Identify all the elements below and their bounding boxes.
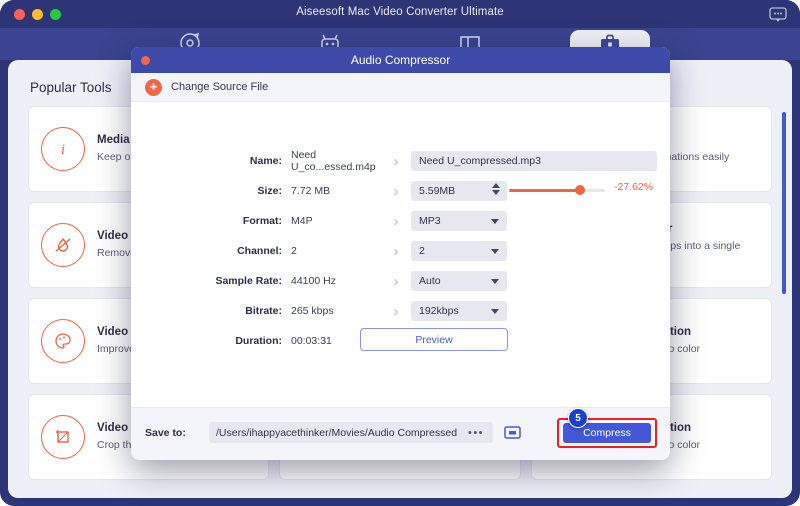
save-to-label: Save to: xyxy=(145,427,186,439)
output-name-input[interactable]: Need U_compressed.mp3 xyxy=(411,151,657,171)
chevron-right-icon: › xyxy=(381,274,411,289)
field-source-value: Need U_co...essed.m4p xyxy=(291,149,381,173)
plus-circle-icon: + xyxy=(145,79,162,96)
output-size-value: 5.59MB xyxy=(419,185,455,197)
palette-icon xyxy=(41,319,85,363)
chevron-right-icon: › xyxy=(381,154,411,169)
preview-button[interactable]: Preview xyxy=(360,328,508,351)
stepper-down-icon[interactable] xyxy=(492,190,500,195)
chevron-down-icon xyxy=(491,249,499,254)
watermark-remover-icon xyxy=(41,223,85,267)
page-title: Popular Tools xyxy=(30,80,112,95)
chevron-right-icon: › xyxy=(381,304,411,319)
format-value: MP3 xyxy=(419,215,441,227)
chevron-right-icon: › xyxy=(381,214,411,229)
field-label: Channel: xyxy=(131,245,291,257)
app-window: Aiseesoft Mac Video Converter Ultimate xyxy=(0,0,800,506)
field-source-value: 265 kbps xyxy=(291,305,381,317)
app-title: Aiseesoft Mac Video Converter Ultimate xyxy=(0,6,800,18)
channel-value: 2 xyxy=(419,245,425,257)
bitrate-value: 192kbps xyxy=(419,305,459,317)
channel-select[interactable]: 2 xyxy=(411,241,507,261)
dialog-title-bar: Audio Compressor xyxy=(131,47,670,73)
dialog-body: Name: Need U_co...essed.m4p › Need U_com… xyxy=(131,102,670,409)
slider-handle[interactable] xyxy=(575,185,585,195)
vertical-scrollbar[interactable] xyxy=(782,112,786,294)
sample-rate-select[interactable]: Auto xyxy=(411,271,507,291)
bitrate-select[interactable]: 192kbps xyxy=(411,301,507,321)
field-row-sample-rate: Sample Rate: 44100 Hz › Auto xyxy=(131,270,670,292)
change-source-file-row[interactable]: + Change Source File xyxy=(131,73,670,102)
field-label: Sample Rate: xyxy=(131,275,291,287)
field-row-format: Format: M4P › MP3 xyxy=(131,210,670,232)
title-bar: Aiseesoft Mac Video Converter Ultimate xyxy=(0,0,800,30)
sample-rate-value: Auto xyxy=(419,275,441,287)
chevron-right-icon: › xyxy=(381,184,411,199)
chevron-down-icon xyxy=(491,279,499,284)
field-source-value: 44100 Hz xyxy=(291,275,381,287)
audio-compressor-dialog: Audio Compressor + Change Source File Na… xyxy=(131,47,670,460)
chevron-right-icon: › xyxy=(381,244,411,259)
step-badge: 5 xyxy=(568,408,588,428)
field-source-value: 7.72 MB xyxy=(291,185,381,197)
save-path-value: /Users/ihappyacethinker/Movies/Audio Com… xyxy=(216,427,457,439)
field-row-bitrate: Bitrate: 265 kbps › 192kbps xyxy=(131,300,670,322)
field-label: Bitrate: xyxy=(131,305,291,317)
svg-text:i: i xyxy=(61,142,65,158)
field-source-value: 2 xyxy=(291,245,381,257)
chevron-down-icon xyxy=(491,309,499,314)
browse-dots-button[interactable]: ••• xyxy=(459,422,493,443)
duration-label: Duration: xyxy=(131,335,291,347)
field-row-channel: Channel: 2 › 2 xyxy=(131,240,670,262)
format-select[interactable]: MP3 xyxy=(411,211,507,231)
dialog-title: Audio Compressor xyxy=(131,53,670,67)
change-source-file-label: Change Source File xyxy=(171,81,268,93)
stepper-arrows[interactable] xyxy=(492,183,500,195)
chat-bubble-icon[interactable] xyxy=(768,6,788,23)
folder-open-icon[interactable] xyxy=(503,423,522,441)
field-row-name: Name: Need U_co...essed.m4p › Need U_com… xyxy=(131,150,670,172)
field-source-value: M4P xyxy=(291,215,381,227)
compression-percent: -27.62% xyxy=(614,181,653,193)
field-label: Name: xyxy=(131,155,291,167)
slider-fill xyxy=(509,189,581,192)
save-path-input[interactable]: /Users/ihappyacethinker/Movies/Audio Com… xyxy=(209,422,459,443)
dialog-footer: Save to: /Users/ihappyacethinker/Movies/… xyxy=(131,407,670,460)
crop-icon xyxy=(41,415,85,459)
info-circle-icon: i xyxy=(41,127,85,171)
output-name-value: Need U_compressed.mp3 xyxy=(419,155,541,167)
output-size-stepper[interactable]: 5.59MB xyxy=(411,181,507,201)
compression-slider[interactable] xyxy=(509,185,605,195)
chevron-down-icon xyxy=(491,219,499,224)
field-label: Format: xyxy=(131,215,291,227)
stepper-up-icon[interactable] xyxy=(492,183,500,188)
field-label: Size: xyxy=(131,185,291,197)
